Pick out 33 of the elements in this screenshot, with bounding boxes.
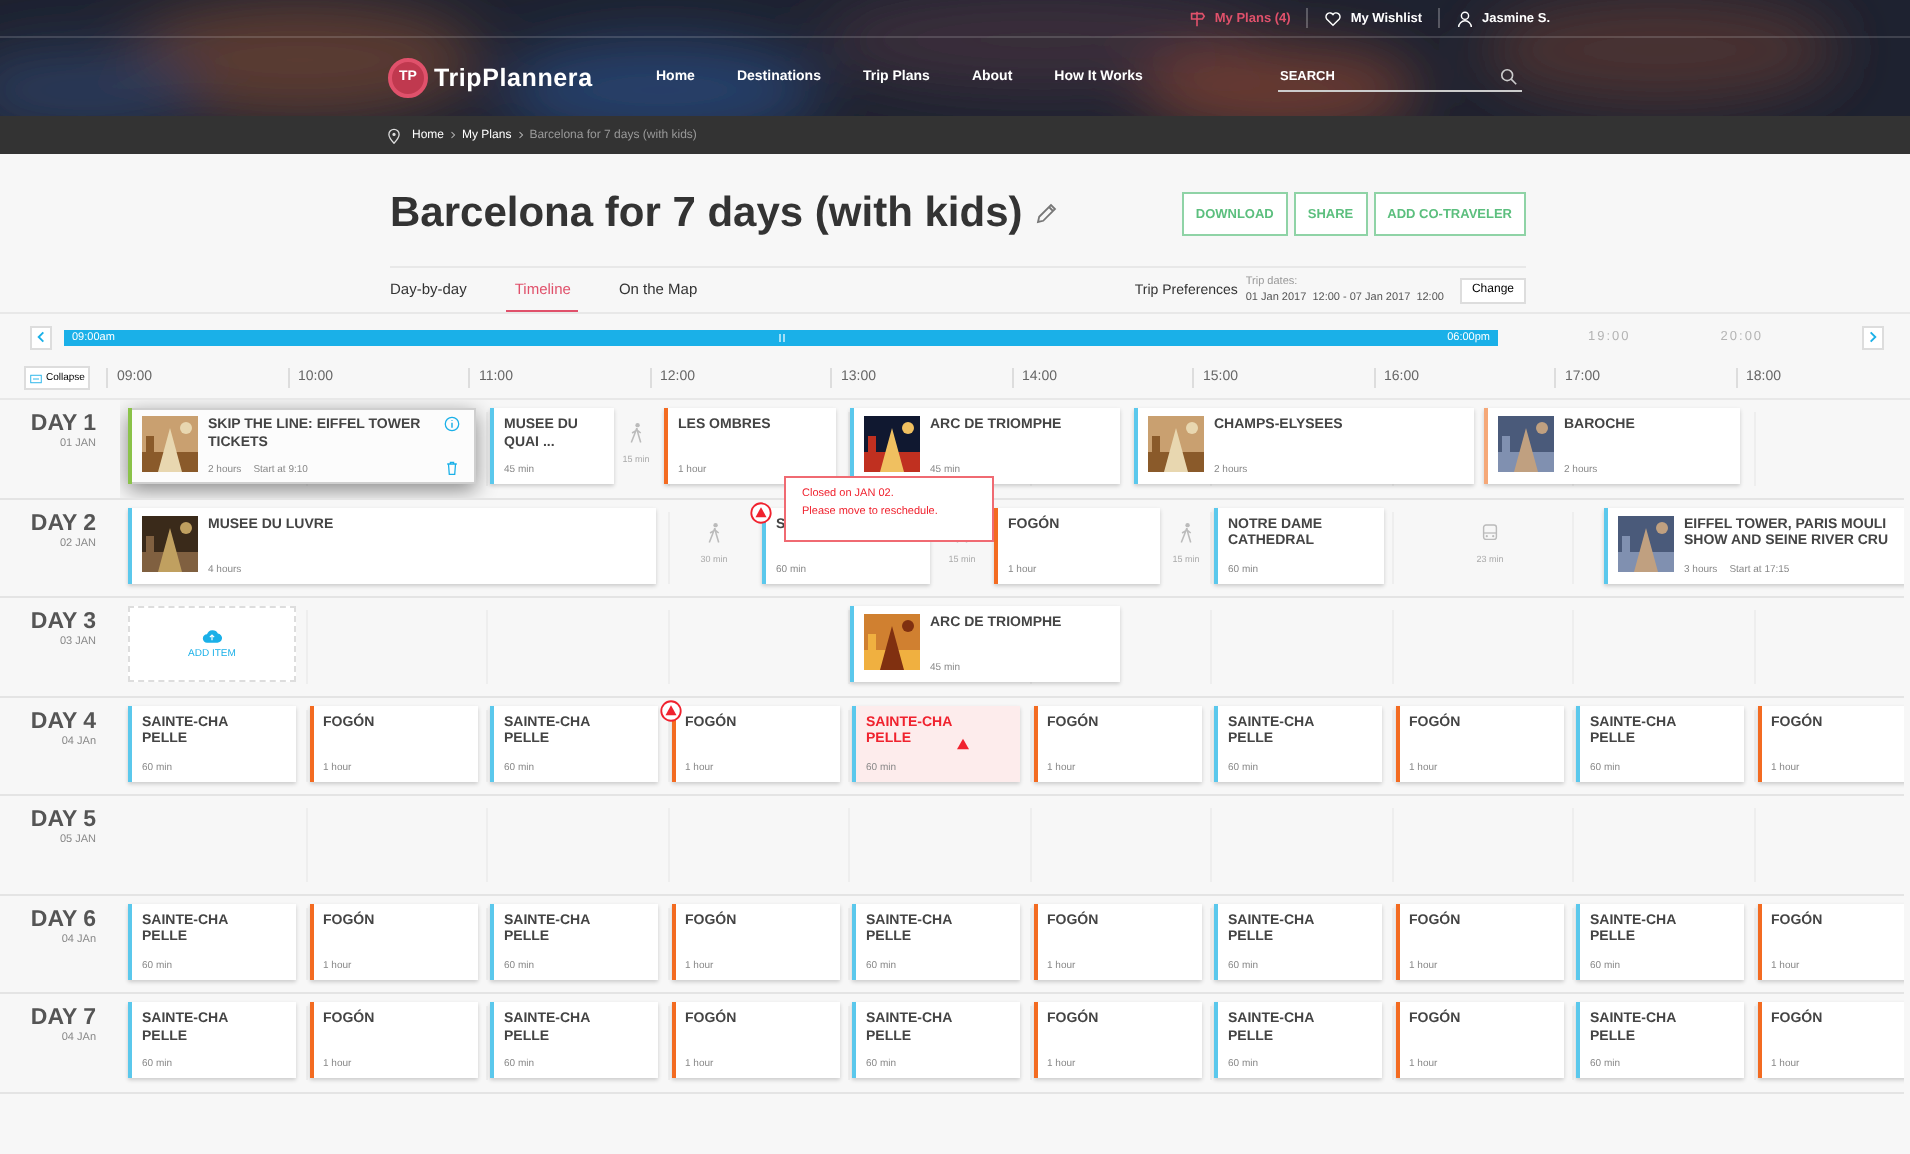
grip-icon[interactable]	[777, 331, 785, 343]
chevron-left-icon	[34, 330, 48, 344]
warning-badge[interactable]	[750, 501, 772, 523]
signpost-icon	[1188, 9, 1207, 27]
day-label: DAY 1	[30, 412, 96, 436]
plan-title: Barcelona for 7 days (with kids)	[390, 190, 1023, 238]
day-label: DAY 7	[30, 1006, 96, 1030]
info-icon[interactable]	[444, 416, 460, 432]
heart-icon	[1324, 9, 1343, 27]
search-icon[interactable]	[1500, 68, 1518, 86]
day-label: DAY 4	[30, 709, 96, 733]
chevron-icon	[517, 130, 524, 140]
pin-icon	[386, 127, 402, 143]
trash-icon[interactable]	[444, 460, 460, 476]
logo-text[interactable]: TripPlannera	[434, 63, 593, 91]
chevron-right-icon	[1866, 330, 1880, 344]
cloud-upload-icon	[202, 628, 222, 644]
user-icon	[1456, 9, 1475, 27]
collapse-icon	[30, 373, 42, 383]
walking-person-icon	[1178, 521, 1194, 543]
previous-button[interactable]	[30, 325, 52, 349]
pencil-icon[interactable]	[1034, 202, 1059, 226]
day-label: DAY 5	[30, 808, 96, 832]
day-label: DAY 6	[30, 907, 96, 931]
bus-icon	[1482, 521, 1498, 543]
warning-icon	[956, 737, 971, 749]
walking-person-icon	[706, 521, 722, 543]
day-label: DAY 2	[30, 511, 96, 535]
warning-badge[interactable]	[659, 699, 681, 721]
chevron-icon	[450, 130, 457, 140]
next-button[interactable]	[1862, 325, 1884, 349]
walking-person-icon	[628, 422, 644, 444]
day-label: DAY 3	[30, 610, 96, 634]
